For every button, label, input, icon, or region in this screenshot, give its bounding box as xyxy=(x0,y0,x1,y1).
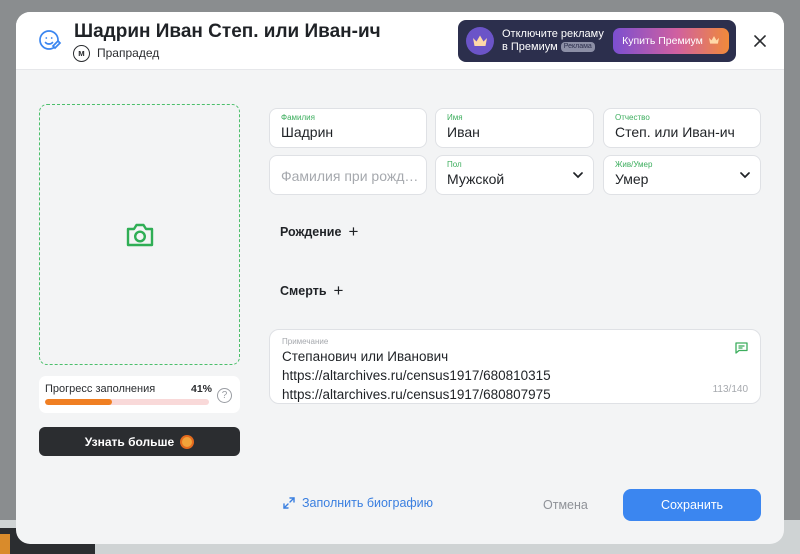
page-title: Шадрин Иван Степ. или Иван-ич xyxy=(74,21,381,42)
gender-select[interactable]: Пол Мужской xyxy=(435,155,594,195)
birth-surname-placeholder: Фамилия при рождении xyxy=(281,168,421,184)
expand-arrows-icon xyxy=(283,497,295,509)
promo-text: Отключите рекламу в Премиум Реклама xyxy=(502,28,614,54)
camera-icon xyxy=(126,223,153,246)
comment-icon xyxy=(735,341,748,359)
death-section-label: Смерть xyxy=(280,284,327,298)
gender-badge: м xyxy=(73,44,90,62)
fill-biography-link[interactable]: Заполнить биографию xyxy=(283,496,433,510)
plus-icon: + xyxy=(348,222,359,241)
note-line: https://altarchives.ru/census1917/680810… xyxy=(282,368,551,383)
alive-status-label: Жив/Умер xyxy=(615,160,653,169)
relation-label: Прапрадед xyxy=(97,46,160,60)
patronymic-value: Степ. или Иван-ич xyxy=(615,124,735,140)
help-icon[interactable]: ? xyxy=(217,388,232,403)
save-button[interactable]: Сохранить xyxy=(623,489,761,521)
surname-label: Фамилия xyxy=(281,113,315,122)
progress-label: Прогресс заполнения xyxy=(45,383,156,395)
person-edit-icon xyxy=(38,28,62,52)
backdrop-app-icon xyxy=(0,534,10,554)
buy-premium-label: Купить Премиум xyxy=(622,35,703,47)
learn-more-button[interactable]: Узнать больше xyxy=(39,427,240,456)
note-textarea[interactable]: Примечание Степанович или Иванович https… xyxy=(269,329,761,404)
name-label: Имя xyxy=(447,113,463,122)
note-label: Примечание xyxy=(282,337,329,346)
note-char-counter: 113/140 xyxy=(712,384,748,395)
name-value: Иван xyxy=(447,124,480,140)
promo-line-1: Отключите рекламу xyxy=(502,28,604,40)
close-button[interactable] xyxy=(750,31,770,51)
surname-value: Шадрин xyxy=(281,124,334,140)
learn-more-label: Узнать больше xyxy=(84,434,175,449)
chevron-down-icon xyxy=(740,172,750,179)
note-line: https://altarchives.ru/census1917/680807… xyxy=(282,387,551,402)
plus-icon: + xyxy=(333,281,344,300)
promo-line-2: в Премиум xyxy=(502,41,558,53)
alive-status-value: Умер xyxy=(615,171,649,187)
premium-promo-banner[interactable]: Отключите рекламу в Премиум Реклама Купи… xyxy=(458,20,736,62)
ad-tag: Реклама xyxy=(560,42,595,53)
chevron-down-icon xyxy=(573,172,583,179)
edit-person-dialog: Шадрин Иван Степ. или Иван-ич м Прапраде… xyxy=(16,12,784,544)
fill-progress-card: Прогресс заполнения 41% ? xyxy=(39,376,240,413)
birth-section-label: Рождение xyxy=(280,225,342,239)
alive-status-select[interactable]: Жив/Умер Умер xyxy=(603,155,761,195)
progress-bar-fill xyxy=(45,399,113,405)
save-label: Сохранить xyxy=(660,498,724,512)
relation-row: м Прапрадед xyxy=(73,44,159,62)
crown-icon xyxy=(466,27,494,55)
cancel-button[interactable]: Отмена xyxy=(543,498,588,512)
death-section-toggle[interactable]: Смерть + xyxy=(280,281,344,300)
fill-biography-label: Заполнить биографию xyxy=(302,496,434,510)
buy-premium-button[interactable]: Купить Премиум xyxy=(613,28,729,54)
progress-bar xyxy=(45,399,209,405)
patronymic-field[interactable]: Отчество Степ. или Иван-ич xyxy=(603,108,761,148)
close-icon xyxy=(754,35,766,47)
surname-field[interactable]: Фамилия Шадрин xyxy=(269,108,427,148)
birth-section-toggle[interactable]: Рождение + xyxy=(280,222,359,241)
birth-surname-field[interactable]: Фамилия при рождении xyxy=(269,155,427,195)
coin-icon xyxy=(180,434,195,449)
note-line: Степанович или Иванович xyxy=(282,349,449,364)
photo-upload-area[interactable] xyxy=(39,104,240,365)
patronymic-label: Отчество xyxy=(615,113,650,122)
dialog-header: Шадрин Иван Степ. или Иван-ич м Прапраде… xyxy=(16,12,784,70)
gender-value: Мужской xyxy=(447,171,505,187)
name-field[interactable]: Имя Иван xyxy=(435,108,594,148)
crown-icon xyxy=(708,35,720,48)
gender-label: Пол xyxy=(447,160,462,169)
progress-percent: 41% xyxy=(191,383,213,395)
